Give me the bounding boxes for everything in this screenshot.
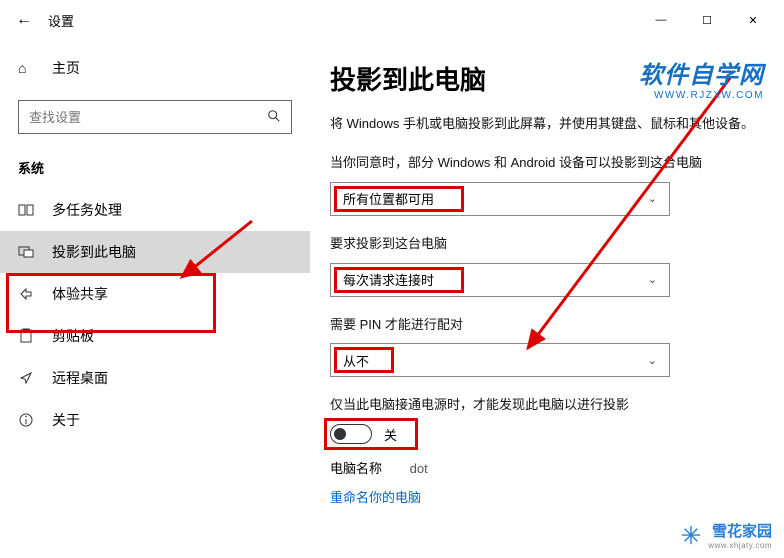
field2-value: 每次请求连接时 (343, 270, 648, 289)
remote-icon (18, 370, 38, 386)
field3-label: 需要 PIN 才能进行配对 (330, 315, 756, 336)
share-icon (18, 286, 38, 302)
field3-value: 从不 (343, 351, 648, 370)
content-area: 投影到此电脑 将 Windows 手机或电脑投影到此屏幕，并使用其键盘、鼠标和其… (310, 40, 784, 558)
nav-label: 关于 (52, 410, 80, 430)
nav-item-multitask[interactable]: 多任务处理 (0, 189, 310, 231)
search-box[interactable] (18, 100, 292, 134)
search-icon (267, 109, 281, 126)
toggle-label-desc: 仅当此电脑接通电源时，才能发现此电脑以进行投影 (330, 395, 756, 416)
nav-item-project[interactable]: 投影到此电脑 (0, 231, 310, 273)
clipboard-icon (18, 328, 38, 344)
field1-value: 所有位置都可用 (343, 189, 648, 208)
toggle-state: 关 (384, 425, 397, 444)
pc-name-label: 电脑名称 (330, 461, 382, 476)
multitask-icon (18, 202, 38, 218)
field1-select[interactable]: 所有位置都可用 ⌄ (330, 182, 670, 216)
field2-label: 要求投影到这台电脑 (330, 234, 756, 255)
field2-select[interactable]: 每次请求连接时 ⌄ (330, 263, 670, 297)
window-title: 设置 (48, 11, 74, 30)
nav-item-remote[interactable]: 远程桌面 (0, 357, 310, 399)
pc-name-row: 电脑名称 dot (330, 458, 756, 477)
close-button[interactable]: ✕ (730, 4, 776, 36)
nav-label: 体验共享 (52, 284, 108, 304)
home-label: 主页 (52, 58, 80, 78)
pc-name-value: dot (410, 461, 428, 476)
rename-pc-link[interactable]: 重命名你的电脑 (330, 487, 421, 506)
power-toggle[interactable] (330, 424, 372, 444)
maximize-button[interactable]: ☐ (684, 4, 730, 36)
chevron-down-icon: ⌄ (648, 354, 657, 367)
nav-label: 投影到此电脑 (52, 242, 136, 262)
chevron-down-icon: ⌄ (648, 192, 657, 205)
nav-label: 远程桌面 (52, 368, 108, 388)
back-button[interactable]: ← (8, 4, 40, 36)
nav-label: 剪贴板 (52, 326, 94, 346)
nav-label: 多任务处理 (52, 200, 122, 220)
home-link[interactable]: ⌂ 主页 (0, 50, 310, 86)
home-icon: ⌂ (18, 60, 38, 76)
chevron-down-icon: ⌄ (648, 273, 657, 286)
project-icon (18, 244, 38, 260)
minimize-button[interactable]: — (638, 4, 684, 36)
nav-item-info[interactable]: 关于 (0, 399, 310, 441)
watermark-xhjaty: 雪花家园www.xhjaty.com (680, 520, 772, 550)
nav-item-share[interactable]: 体验共享 (0, 273, 310, 315)
page-description: 将 Windows 手机或电脑投影到此屏幕，并使用其键盘、鼠标和其他设备。 (330, 113, 756, 135)
nav-item-clipboard[interactable]: 剪贴板 (0, 315, 310, 357)
field3-select[interactable]: 从不 ⌄ (330, 343, 670, 377)
search-input[interactable] (29, 110, 267, 125)
watermark-rjzxw: 软件自学网 WWW.RJZXW.COM (639, 55, 764, 101)
snowflake-icon (680, 524, 702, 546)
info-icon (18, 412, 38, 428)
sidebar: ⌂ 主页 系统 多任务处理投影到此电脑体验共享剪贴板远程桌面关于 (0, 40, 310, 558)
field1-label: 当你同意时，部分 Windows 和 Android 设备可以投影到这台电脑 (330, 153, 756, 174)
group-title: 系统 (0, 152, 310, 189)
